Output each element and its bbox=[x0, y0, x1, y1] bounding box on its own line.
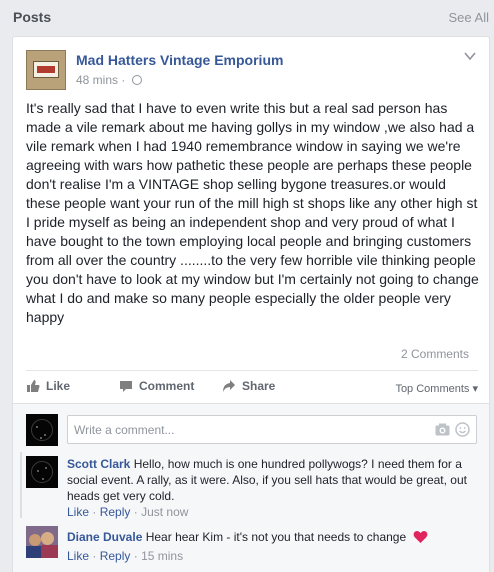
comment-author-link[interactable]: Diane Duvale bbox=[67, 530, 142, 544]
share-icon bbox=[223, 380, 235, 392]
like-icon bbox=[27, 380, 40, 392]
like-label: Like bbox=[46, 379, 71, 393]
smiley-icon[interactable] bbox=[455, 422, 470, 437]
chevron-down-icon[interactable] bbox=[463, 49, 477, 63]
globe-icon bbox=[131, 74, 142, 85]
comment-sep: · bbox=[133, 505, 138, 519]
meta-separator: · bbox=[121, 72, 126, 87]
comment-icon bbox=[120, 381, 132, 392]
post-timestamp[interactable]: 48 mins bbox=[76, 73, 118, 87]
comment-button[interactable]: Comment bbox=[119, 379, 194, 393]
posts-title: Posts bbox=[13, 9, 52, 25]
share-button[interactable]: Share bbox=[222, 379, 275, 393]
post-card: Mad Hatters Vintage Emporium 48 mins · I… bbox=[12, 36, 490, 572]
comment-item: Diane Duvale Hear hear Kim - it's not yo… bbox=[67, 529, 467, 545]
comment-sep: · bbox=[92, 549, 97, 563]
divider bbox=[26, 370, 478, 371]
heart-icon bbox=[413, 530, 427, 543]
top-comments-dropdown[interactable]: Top Comments ▾ bbox=[395, 382, 478, 395]
page-avatar[interactable] bbox=[26, 50, 66, 90]
comment-like-link[interactable]: Like bbox=[67, 549, 89, 563]
comment-input-box[interactable] bbox=[67, 415, 477, 444]
comment-sep: · bbox=[92, 505, 97, 519]
comment-time[interactable]: 15 mins bbox=[141, 549, 183, 563]
comment-time[interactable]: Just now bbox=[141, 505, 188, 519]
comment-author-link[interactable]: Scott Clark bbox=[67, 457, 130, 471]
comment-actions: Like · Reply · 15 mins bbox=[67, 549, 183, 563]
page-name-link[interactable]: Mad Hatters Vintage Emporium bbox=[76, 52, 283, 68]
post-text: It's really sad that I have to even writ… bbox=[26, 100, 479, 325]
comment-reply-link[interactable]: Reply bbox=[100, 505, 131, 519]
comment-item: Scott Clark Hello, how much is one hundr… bbox=[67, 456, 467, 504]
share-label: Share bbox=[242, 379, 276, 393]
posts-header: Posts See All bbox=[0, 0, 494, 36]
comment-like-link[interactable]: Like bbox=[67, 505, 89, 519]
post-meta: 48 mins · bbox=[76, 72, 142, 87]
comment-label: Comment bbox=[139, 379, 195, 393]
avatar[interactable] bbox=[26, 526, 58, 558]
comment-sep: · bbox=[133, 549, 138, 563]
camera-icon[interactable] bbox=[435, 423, 450, 436]
like-button[interactable]: Like bbox=[26, 379, 70, 393]
comment-text: Hear hear Kim - it's not you that needs … bbox=[145, 530, 407, 544]
comments-count-link[interactable]: 2 Comments bbox=[401, 347, 469, 361]
comments-section: Scott Clark Hello, how much is one hundr… bbox=[13, 403, 489, 572]
comment-reply-link[interactable]: Reply bbox=[100, 549, 131, 563]
avatar[interactable] bbox=[26, 456, 58, 488]
see-all-link[interactable]: See All bbox=[449, 10, 489, 25]
post-actions: Like Comment Share Top Comments ▾ bbox=[26, 377, 478, 401]
comment-input[interactable] bbox=[74, 423, 414, 437]
reply-thread-line bbox=[20, 452, 22, 518]
avatar[interactable] bbox=[26, 414, 58, 446]
comment-actions: Like · Reply · Just now bbox=[67, 505, 188, 519]
